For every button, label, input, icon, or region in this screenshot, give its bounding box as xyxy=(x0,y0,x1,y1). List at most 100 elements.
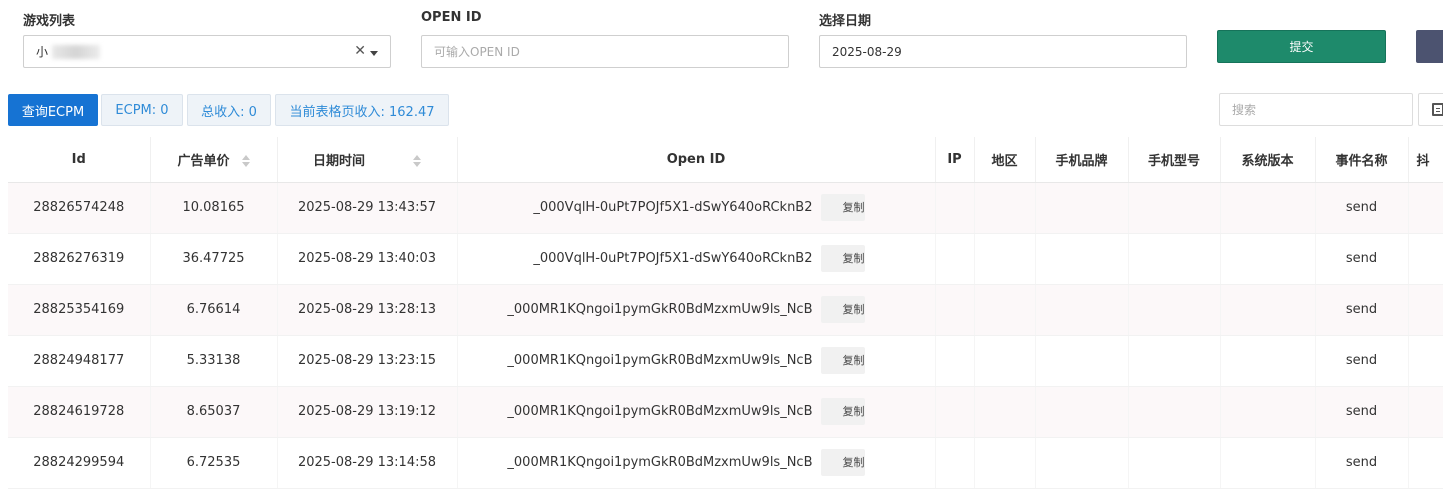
submit-button[interactable]: 提交 xyxy=(1217,30,1386,63)
cell-id: 28824299594 xyxy=(8,437,151,489)
open-id-text: _000MR1KQngoi1pymGkR0BdMzxmUw9ls_NcB xyxy=(507,404,813,419)
redacted-text xyxy=(52,44,101,59)
cell-region xyxy=(974,335,1036,387)
reset-button[interactable] xyxy=(1416,30,1443,63)
date-label: 选择日期 xyxy=(819,14,872,29)
cell-datetime: 2025-08-29 13:43:57 xyxy=(277,182,458,234)
copy-button[interactable]: 复制 xyxy=(820,245,865,272)
ecpm-badge: ECPM: 0 xyxy=(101,94,183,126)
clear-icon[interactable]: ✕ xyxy=(354,43,366,59)
cell-open-id: _000MR1KQngoi1pymGkR0BdMzxmUw9ls_NcB 复制 xyxy=(457,386,936,438)
cell-open-id: _000VqlH-0uPt7POJf5X1-dSwY640oRCknB2 复制 xyxy=(457,182,936,234)
copy-button[interactable]: 复制 xyxy=(820,449,865,476)
cell-price: 10.08165 xyxy=(150,182,278,234)
cell-brand xyxy=(1035,233,1129,285)
cell-price: 5.33138 xyxy=(150,335,278,387)
table-row[interactable]: 28826574248 10.08165 2025-08-29 13:43:57 _0… xyxy=(8,182,1443,234)
copy-button[interactable]: 复制 xyxy=(820,296,865,323)
cell-brand xyxy=(1035,335,1129,387)
cell-more xyxy=(1408,233,1443,285)
cell-more xyxy=(1408,386,1443,438)
cell-more xyxy=(1408,284,1443,336)
cell-open-id: _000MR1KQngoi1pymGkR0BdMzxmUw9ls_NcB 复制 xyxy=(457,284,936,336)
cell-event: send xyxy=(1315,437,1409,489)
open-id-input[interactable]: 可输入OPEN ID xyxy=(421,35,789,68)
col-price[interactable]: 广告单价 xyxy=(150,137,278,183)
open-id-text: _000MR1KQngoi1pymGkR0BdMzxmUw9ls_NcB xyxy=(507,455,813,470)
game-list-label: 游戏列表 xyxy=(23,14,76,29)
cell-os xyxy=(1220,284,1316,336)
copy-button[interactable]: 复制 xyxy=(820,398,865,425)
cell-ip xyxy=(935,437,975,489)
col-more[interactable]: 抖 xyxy=(1408,137,1443,183)
cell-price: 6.76614 xyxy=(150,284,278,336)
cell-datetime: 2025-08-29 13:19:12 xyxy=(277,386,458,438)
cell-brand xyxy=(1035,182,1129,234)
sort-icon[interactable] xyxy=(413,155,421,168)
col-id[interactable]: Id xyxy=(8,137,151,183)
cell-datetime: 2025-08-29 13:14:58 xyxy=(277,437,458,489)
columns-icon xyxy=(1432,103,1443,116)
cell-event: send xyxy=(1315,182,1409,234)
col-os-version[interactable]: 系统版本 xyxy=(1220,137,1316,183)
search-input[interactable]: 搜索 xyxy=(1219,93,1413,126)
query-ecpm-button[interactable]: 查询ECPM xyxy=(8,94,98,126)
cell-ip xyxy=(935,386,975,438)
cell-region xyxy=(974,182,1036,234)
page-income-badge: 当前表格页收入: 162.47 xyxy=(275,94,449,126)
cell-os xyxy=(1220,182,1316,234)
chevron-down-icon[interactable] xyxy=(370,51,378,56)
cell-open-id: _000MR1KQngoi1pymGkR0BdMzxmUw9ls_NcB 复制 xyxy=(457,335,936,387)
cell-brand xyxy=(1035,437,1129,489)
cell-model xyxy=(1128,182,1221,234)
table-row[interactable]: 28826276319 36.47725 2025-08-29 13:40:03 _0… xyxy=(8,233,1443,285)
table-row[interactable]: 28824948177 5.33138 2025-08-29 13:23:15 _00… xyxy=(8,335,1443,387)
cell-id: 28825354169 xyxy=(8,284,151,336)
cell-more xyxy=(1408,437,1443,489)
col-model[interactable]: 手机型号 xyxy=(1128,137,1221,183)
table-header-row: Id 广告单价 日期时间 Open ID IP 地区 手机品牌 手机型号 系统版… xyxy=(8,137,1443,183)
table-row[interactable]: 28825354169 6.76614 2025-08-29 13:28:13 _00… xyxy=(8,284,1443,336)
cell-ip xyxy=(935,182,975,234)
cell-open-id: _000MR1KQngoi1pymGkR0BdMzxmUw9ls_NcB 复制 xyxy=(457,437,936,489)
cell-price: 36.47725 xyxy=(150,233,278,285)
cell-datetime: 2025-08-29 13:28:13 xyxy=(277,284,458,336)
cell-region xyxy=(974,233,1036,285)
sort-icon[interactable] xyxy=(241,155,250,168)
cell-datetime: 2025-08-29 13:23:15 xyxy=(277,335,458,387)
columns-toggle-button[interactable] xyxy=(1418,93,1443,126)
cell-ip xyxy=(935,335,975,387)
cell-event: send xyxy=(1315,335,1409,387)
col-brand[interactable]: 手机品牌 xyxy=(1035,137,1129,183)
cell-more xyxy=(1408,182,1443,234)
col-open-id[interactable]: Open ID xyxy=(457,137,936,183)
cell-region xyxy=(974,437,1036,489)
cell-os xyxy=(1220,335,1316,387)
table-row[interactable]: 28824619728 8.65037 2025-08-29 13:19:12 _00… xyxy=(8,386,1443,438)
open-id-text: _000VqlH-0uPt7POJf5X1-dSwY640oRCknB2 xyxy=(533,200,813,215)
cell-os xyxy=(1220,437,1316,489)
copy-button[interactable]: 复制 xyxy=(820,194,865,221)
col-ip[interactable]: IP xyxy=(935,137,975,183)
cell-id: 28824619728 xyxy=(8,386,151,438)
cell-event: send xyxy=(1315,284,1409,336)
total-income-badge: 总收入: 0 xyxy=(187,94,271,126)
col-datetime[interactable]: 日期时间 xyxy=(277,137,458,183)
cell-event: send xyxy=(1315,386,1409,438)
cell-os xyxy=(1220,386,1316,438)
copy-button[interactable]: 复制 xyxy=(820,347,865,374)
date-input[interactable]: 2025-08-29 xyxy=(819,35,1187,68)
col-event-name[interactable]: 事件名称 xyxy=(1315,137,1409,183)
game-list-value: 小 xyxy=(36,45,49,59)
cell-more xyxy=(1408,335,1443,387)
cell-datetime: 2025-08-29 13:40:03 xyxy=(277,233,458,285)
table-row[interactable]: 28824299594 6.72535 2025-08-29 13:14:58 _00… xyxy=(8,437,1443,489)
cell-ip xyxy=(935,233,975,285)
cell-id: 28824948177 xyxy=(8,335,151,387)
cell-brand xyxy=(1035,386,1129,438)
col-region[interactable]: 地区 xyxy=(974,137,1036,183)
data-table: Id 广告单价 日期时间 Open ID IP 地区 手机品牌 手机型号 系统版… xyxy=(8,137,1443,489)
cell-price: 6.72535 xyxy=(150,437,278,489)
cell-id: 28826276319 xyxy=(8,233,151,285)
game-list-select[interactable]: 小 ✕ xyxy=(23,35,391,68)
